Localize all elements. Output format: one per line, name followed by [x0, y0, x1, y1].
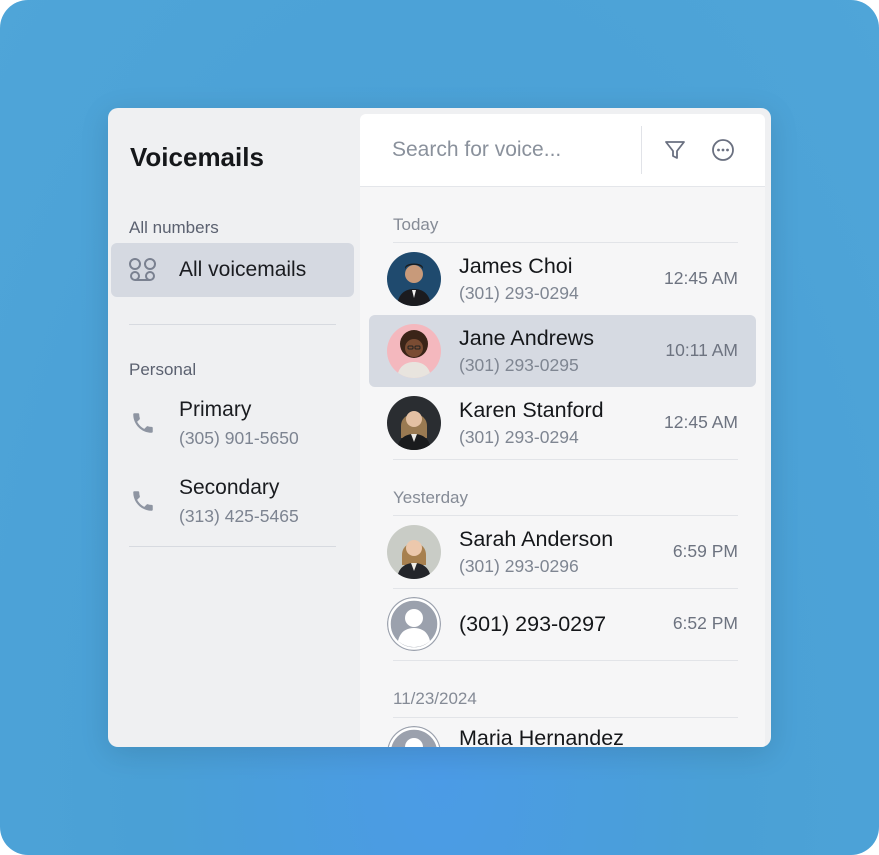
voicemail-row[interactable]: (301) 293-0297 6:52 PM — [369, 588, 756, 660]
search-bar — [360, 114, 765, 187]
caller-number: (301) 293-0295 — [459, 355, 579, 375]
caller-name: Jane Andrews — [459, 326, 595, 350]
page-title: Voicemails — [130, 142, 264, 172]
voicemail-row[interactable]: Karen Stanford (301) 293-0294 12:45 AM — [369, 387, 756, 459]
divider — [641, 126, 642, 174]
sidebar: Voicemails All numbers All voicemails Pe… — [108, 108, 360, 747]
voicemail-row[interactable]: Sarah Anderson (301) 293-0296 6:59 PM — [369, 516, 756, 588]
default-user-icon — [387, 726, 441, 747]
more-icon[interactable] — [709, 136, 737, 164]
caller-number: (301) 293-0294 — [459, 283, 579, 303]
sidebar-item-all-voicemails[interactable]: All voicemails — [111, 243, 354, 297]
voicemail-list-panel: Today James Choi (301) 293-0294 12:45 AM — [360, 114, 765, 747]
app-background: Voicemails All numbers All voicemails Pe… — [0, 0, 879, 855]
personal-label: Personal — [129, 360, 197, 379]
caller-number: (301) 293-0296 — [459, 556, 579, 576]
avatar — [387, 252, 441, 306]
phone-icon — [133, 413, 153, 433]
sidebar-item-label: All voicemails — [179, 258, 307, 281]
section-label-yesterday: Yesterday — [393, 488, 468, 507]
voicemail-time: 10:11 AM — [665, 340, 738, 360]
voicemail-row[interactable]: Maria Hernandez — [369, 717, 756, 747]
divider — [393, 459, 738, 460]
divider — [129, 324, 336, 325]
line-name: Secondary — [179, 476, 280, 499]
avatar — [387, 324, 441, 378]
section-label-today: Today — [393, 215, 439, 234]
voicemail-window: Voicemails All numbers All voicemails Pe… — [108, 108, 771, 747]
all-numbers-label: All numbers — [129, 218, 219, 237]
caller-name: Maria Hernandez — [459, 726, 624, 747]
avatar — [387, 396, 441, 450]
line-number: (313) 425-5465 — [179, 506, 299, 526]
caller-name: Sarah Anderson — [459, 527, 614, 551]
phone-icon — [133, 491, 153, 511]
divider — [393, 660, 738, 661]
sidebar-item-primary[interactable]: Primary (305) 901-5650 — [108, 398, 360, 462]
caller-name: James Choi — [459, 254, 573, 278]
line-name: Primary — [179, 398, 252, 421]
search-input[interactable] — [392, 134, 622, 166]
voicemail-time: 12:45 AM — [664, 268, 738, 288]
section-label-date: 11/23/2024 — [393, 689, 477, 708]
voicemail-row[interactable]: James Choi (301) 293-0294 12:45 AM — [369, 243, 756, 315]
voicemail-time: 6:59 PM — [672, 541, 738, 561]
voicemail-time: 6:52 PM — [672, 613, 738, 633]
default-user-icon — [387, 597, 441, 651]
caller-name: (301) 293-0297 — [459, 612, 607, 636]
filter-icon[interactable] — [661, 136, 689, 164]
voicemail-icon — [129, 258, 156, 281]
avatar — [387, 525, 441, 579]
sidebar-item-secondary[interactable]: Secondary (313) 425-5465 — [108, 476, 360, 540]
caller-name: Karen Stanford — [459, 398, 604, 422]
caller-number: (301) 293-0294 — [459, 427, 579, 447]
voicemail-row-selected[interactable]: Jane Andrews (301) 293-0295 10:11 AM — [369, 315, 756, 387]
voicemail-time: 12:45 AM — [664, 412, 738, 432]
line-number: (305) 901-5650 — [179, 428, 299, 448]
divider — [129, 546, 336, 547]
